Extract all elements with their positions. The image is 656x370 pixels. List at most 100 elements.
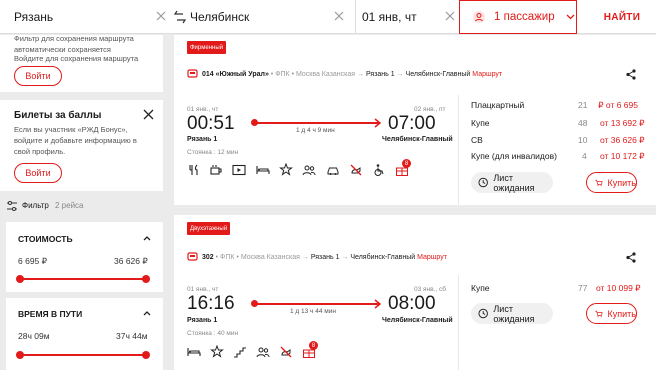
class-name[interactable]: СВ [471, 135, 483, 145]
gift-count-badge: 8 [309, 341, 318, 350]
star-service-icon [210, 345, 224, 358]
divider [458, 275, 459, 370]
train-icon [187, 69, 198, 78]
class-price[interactable]: от 13 692 ₽ [600, 118, 645, 129]
clear-to-icon[interactable] [332, 9, 346, 23]
class-name[interactable]: Плацкартный [471, 100, 524, 110]
gift-count-badge: 8 [402, 159, 411, 168]
find-button[interactable]: НАЙТИ [588, 0, 656, 34]
departure-date: 01 янв., чт [187, 286, 219, 293]
class-name[interactable]: Купе (для инвалидов) [471, 151, 557, 161]
from-station: Рязань 1 [187, 317, 218, 324]
stairs-icon [234, 347, 246, 358]
bonus-login-button[interactable]: Войти [14, 163, 62, 183]
class-price[interactable]: от 6 695 ₽ [598, 100, 638, 111]
to-field[interactable]: Челябинск [190, 0, 352, 34]
chevron-up-icon[interactable] [143, 235, 151, 241]
origin: Москва Казанская [240, 254, 300, 261]
bed-icon [256, 166, 270, 174]
no-pets-icon [350, 164, 362, 176]
swap-icon[interactable] [174, 10, 186, 24]
train-icon [187, 252, 198, 261]
clear-date-icon[interactable] [443, 9, 457, 23]
bonus-card: Билеты за баллы Если вы участник «РЖД Бо… [0, 100, 163, 191]
route-link[interactable]: Маршрут [417, 254, 447, 261]
carrier: ФПК [220, 254, 235, 261]
clear-from-icon[interactable] [154, 9, 168, 23]
waitlist-label: Лист ожидания [493, 172, 535, 193]
cart-icon [595, 310, 603, 317]
seats-count: 10 [578, 135, 588, 145]
arrow-icon [374, 118, 382, 128]
train-card: Двухэтажный 302 • ФПК • Москва Казанская… [174, 215, 656, 370]
search-bar: Рязань Челябинск 01 янв, чт 1 пассажир Н… [0, 0, 656, 34]
date-field[interactable]: 01 янв, чт [362, 0, 457, 34]
date-value: 01 янв, чт [362, 10, 417, 24]
price-max: 36 626 ₽ [114, 256, 148, 266]
filter-count: 2 рейса [55, 201, 84, 210]
buy-button[interactable]: Купить [586, 172, 637, 193]
passengers-icon [256, 347, 270, 358]
close-icon[interactable] [143, 109, 154, 120]
filter-icon[interactable] [6, 200, 18, 212]
segment-from: Рязань 1 [365, 71, 395, 78]
price-slider-track [20, 278, 146, 280]
save-route-login-button[interactable]: Войти [14, 66, 62, 86]
clock-icon [478, 308, 488, 319]
seats-count: 48 [578, 118, 588, 128]
to-value: Челябинск [190, 10, 250, 24]
waitlist-button[interactable]: Лист ожидания [471, 172, 553, 193]
waitlist-button[interactable]: Лист ожидания [471, 303, 553, 324]
time-slider-max-handle[interactable] [142, 351, 150, 359]
route-link[interactable]: Маршрут [472, 71, 502, 78]
buy-button[interactable]: Купить [586, 303, 637, 324]
chevron-down-icon [566, 14, 575, 20]
seats-count: 21 [578, 100, 588, 110]
class-name[interactable]: Купе [471, 118, 490, 128]
arrival-date: 03 янв., сб [414, 286, 446, 293]
departure-date: 01 янв., чт [187, 106, 219, 113]
buy-label: Купить [607, 177, 636, 188]
price-slider-min-handle[interactable] [16, 275, 24, 283]
from-field[interactable]: Рязань [14, 0, 174, 34]
to-station: Челябинск-Главный [382, 317, 453, 324]
trip-start-dot [251, 119, 258, 126]
time-min: 28ч 09м [18, 331, 50, 341]
arrival-date: 02 янв., пт [414, 106, 446, 113]
cart-icon [595, 179, 603, 186]
trip-duration: 1 д 4 ч 9 мин [296, 127, 335, 134]
share-icon[interactable] [626, 69, 636, 80]
train-number: 302 [202, 254, 214, 261]
share-icon[interactable] [626, 252, 636, 263]
trip-line [254, 303, 379, 305]
chevron-up-icon[interactable] [143, 310, 151, 316]
passengers-icon [302, 165, 316, 176]
price-filter-title[interactable]: СТОИМОСТЬ [18, 234, 73, 244]
class-price[interactable]: от 10 172 ₽ [600, 151, 645, 162]
divider [458, 95, 459, 205]
waitlist-label: Лист ожидания [493, 303, 535, 324]
time-filter-title[interactable]: ВРЕМЯ В ПУТИ [18, 309, 82, 319]
segment-to: Челябинск-Главный [350, 254, 416, 261]
train-tag: Фирменный [187, 41, 227, 54]
person-icon [473, 11, 485, 23]
filter-label[interactable]: Фильтр [22, 201, 49, 210]
no-pets-icon [280, 346, 292, 358]
class-price[interactable]: от 10 099 ₽ [596, 283, 641, 294]
seats-count: 77 [578, 283, 588, 293]
coffee-icon [210, 165, 222, 175]
time-slider-min-handle[interactable] [16, 351, 24, 359]
segment-from: Рязань 1 [310, 254, 340, 261]
save-route-text: Фильтр для сохранения маршрута автоматич… [14, 34, 134, 54]
buy-label: Купить [607, 308, 636, 319]
time-max: 37ч 44м [116, 331, 148, 341]
clock-icon [478, 177, 488, 188]
car-icon [327, 167, 339, 175]
from-station: Рязань 1 [187, 136, 218, 143]
class-price[interactable]: от 36 626 ₽ [600, 135, 645, 146]
carrier: ФПК [275, 71, 290, 78]
price-slider-max-handle[interactable] [142, 275, 150, 283]
class-name[interactable]: Купе [471, 283, 490, 293]
passengers-dropdown[interactable]: 1 пассажир [459, 0, 577, 34]
divider [355, 0, 356, 34]
